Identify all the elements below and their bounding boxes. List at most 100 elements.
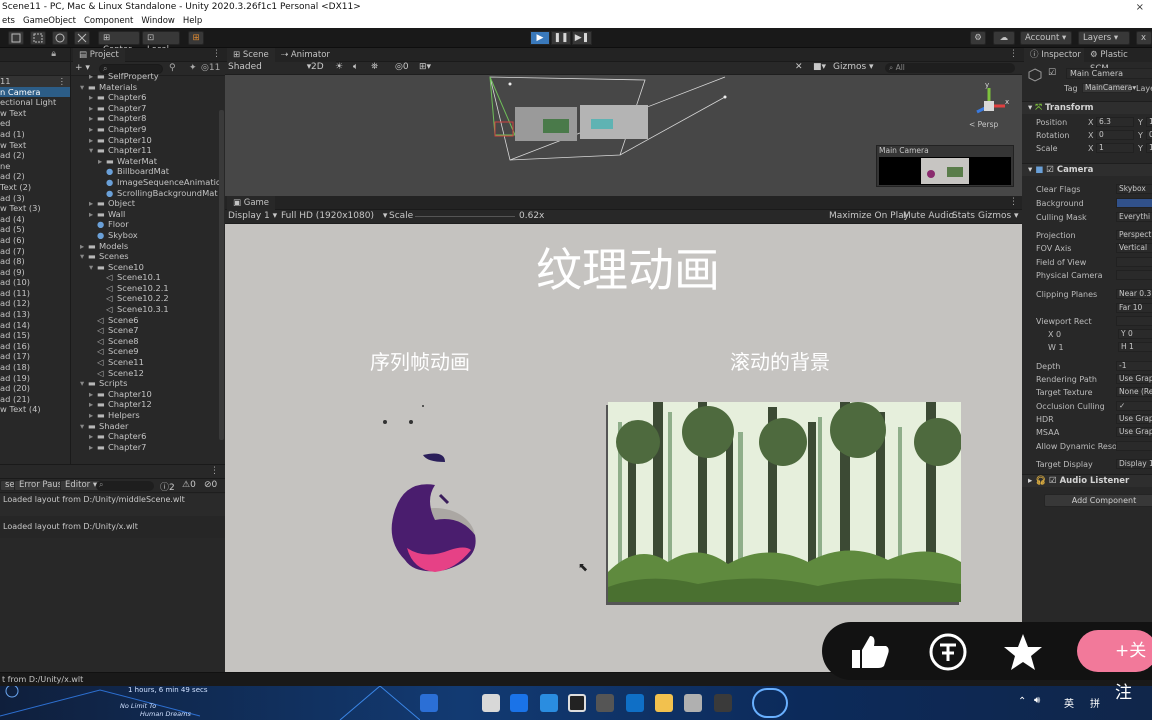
collapse-arrow-icon[interactable]: ▸ (89, 135, 97, 146)
hierarchy-item[interactable]: ad (20) (0, 383, 70, 394)
lighting-toggle-icon[interactable]: ☀ (335, 62, 343, 72)
folder-icon[interactable] (655, 694, 673, 712)
unity-hub-icon[interactable] (596, 694, 614, 712)
project-item[interactable]: ◁ Scene10.3.1 (71, 304, 221, 315)
rect-tool-icon[interactable] (8, 31, 24, 45)
tab-scene[interactable]: ⊞ Scene (227, 48, 275, 62)
close-icon[interactable]: × (1136, 0, 1144, 15)
project-item[interactable]: ◁ Scene9 (71, 346, 221, 357)
hierarchy-item[interactable]: w Text (4) (0, 404, 70, 415)
project-item[interactable]: ● BillboardMat (71, 166, 221, 177)
camera-field[interactable]: Everythi (1116, 212, 1152, 222)
game-gizmos-dropdown[interactable]: Gizmos ▾ (978, 210, 1019, 223)
project-item[interactable]: ▾ ▬ Scenes (71, 251, 221, 262)
collapse-arrow-icon[interactable]: ▸ (89, 399, 97, 410)
expand-arrow-icon[interactable]: ▾ (80, 378, 88, 389)
collapse-arrow-icon[interactable]: ▸ (98, 156, 106, 167)
project-item[interactable]: ▸ ▬ Object (71, 198, 221, 209)
hierarchy-item[interactable]: ad (19) (0, 373, 70, 384)
collapse-arrow-icon[interactable]: ▸ (89, 431, 97, 442)
project-item[interactable]: ◁ Scene10.2.2 (71, 293, 221, 304)
camera-field[interactable]: Near 0.3 (1116, 289, 1152, 299)
menu-item-gameobject[interactable]: GameObject (23, 15, 76, 28)
collapse-arrow-icon[interactable]: ▸ (80, 241, 88, 252)
hierarchy-item[interactable]: ectional Light (0, 97, 70, 108)
camera-field[interactable]: Display 1 (1116, 459, 1152, 469)
project-item[interactable]: ◁ Scene6 (71, 315, 221, 326)
scene-search-input[interactable]: ⌕ All (885, 63, 1015, 73)
gizmos-dropdown[interactable]: Gizmos ▾ (833, 62, 874, 72)
collapse-arrow-icon[interactable]: ▸ (89, 198, 97, 209)
hierarchy-item[interactable]: ad (9) (0, 267, 70, 278)
camera-field[interactable]: H 1 (1118, 342, 1152, 352)
play-button[interactable]: ▶ (530, 31, 550, 45)
project-item[interactable]: ◁ Scene8 (71, 336, 221, 347)
menu-item-assets[interactable]: ets (2, 15, 15, 28)
project-item[interactable]: ▾ ▬ Scene10 (71, 262, 221, 273)
camera-header[interactable]: ▾ ■ ☑ Camera (1022, 163, 1152, 176)
app-icon[interactable] (714, 694, 732, 712)
project-item[interactable]: ▸ ▬ Chapter7 (71, 442, 221, 453)
transform-header[interactable]: ▾ ⤧ Transform (1022, 101, 1152, 114)
hierarchy-item[interactable]: ad (6) (0, 235, 70, 246)
collapse-arrow-icon[interactable]: ▸ (89, 103, 97, 114)
project-item[interactable]: ▸ ▬ Wall (71, 209, 221, 220)
audio-listener-header[interactable]: ▸ 🎧︎ ☑ Audio Listener (1022, 474, 1152, 487)
mute-audio-toggle[interactable]: Mute Audio (903, 210, 954, 223)
camera-field[interactable]: Far 10 (1116, 303, 1152, 313)
hierarchy-item[interactable]: ad (16) (0, 341, 70, 352)
project-item[interactable]: ● ScrollingBackgroundMat (71, 188, 221, 199)
game-canvas[interactable]: 纹理动画 序列帧动画 滚动的背景 ⬉ (225, 224, 1022, 672)
camera-field[interactable]: -1 (1116, 361, 1152, 371)
hierarchy-item[interactable]: ad (8) (0, 256, 70, 267)
tray-chevron-icon[interactable]: ⌃ (1018, 696, 1026, 707)
transform-x-field[interactable]: 6.3 (1096, 117, 1134, 127)
project-item[interactable]: ▸ ▬ Chapter9 (71, 124, 221, 135)
collab-icon[interactable]: ⚙ (970, 31, 986, 45)
coin-icon[interactable] (928, 632, 968, 672)
camera-field[interactable] (1116, 198, 1152, 208)
hierarchy-item[interactable]: ad (21) (0, 394, 70, 405)
project-item[interactable]: ▸ ▬ WaterMat (71, 156, 221, 167)
account-dropdown[interactable]: Account ▾ (1020, 31, 1072, 45)
hidden-objects-icon[interactable]: ◎0 (395, 62, 409, 72)
hierarchy-item[interactable]: ad (7) (0, 246, 70, 257)
volume-icon[interactable]: 🔊︎ (1034, 695, 1040, 706)
ime-language[interactable]: 英 (1064, 695, 1074, 710)
collapse-arrow-icon[interactable]: ▸ (89, 389, 97, 400)
resolution-dropdown[interactable]: Full HD (1920x1080) ▾ (281, 210, 387, 223)
lock-icon[interactable]: 🔒︎ (51, 49, 56, 59)
tab-animator[interactable]: ⇢ Animator (275, 48, 336, 62)
hierarchy-item[interactable]: ad (2) (0, 150, 70, 161)
app-icon[interactable] (684, 694, 702, 712)
hierarchy-item[interactable]: ad (3) (0, 193, 70, 204)
transform-x-field[interactable]: 1 (1096, 143, 1134, 153)
collapse-arrow-icon[interactable]: ▸ (89, 113, 97, 124)
transform-y-field[interactable]: 0 (1146, 130, 1152, 140)
console-search-input[interactable]: ⌕ (96, 480, 154, 491)
hierarchy-item[interactable]: w Text (3) (0, 203, 70, 214)
hierarchy-item[interactable]: ad (12) (0, 298, 70, 309)
tools-icon[interactable] (74, 31, 90, 45)
camera-field[interactable]: Vertical (1116, 243, 1152, 253)
camera-field[interactable]: Perspect (1116, 230, 1152, 240)
project-item[interactable]: ◁ Scene11 (71, 357, 221, 368)
maximize-on-play-toggle[interactable]: Maximize On Play (829, 210, 909, 223)
expand-arrow-icon[interactable]: ▾ (80, 82, 88, 93)
pivot-center-toggle[interactable]: ⊞ Center (98, 31, 140, 55)
camera-field[interactable]: None (Re (1116, 387, 1152, 397)
project-scrollbar[interactable] (219, 110, 224, 440)
hierarchy-item[interactable]: ad (5) (0, 224, 70, 235)
transform-y-field[interactable]: 1.1 (1146, 117, 1152, 127)
hierarchy-item[interactable]: w Text (0, 108, 70, 119)
grid-toggle-icon[interactable]: ⊞▾ (419, 62, 431, 72)
hierarchy-item[interactable]: ad (17) (0, 351, 70, 362)
scene-orientation-gizmo[interactable]: y x < Persp (967, 80, 1013, 129)
project-item[interactable]: ● Floor (71, 219, 221, 230)
tab-game[interactable]: ▣ Game (227, 196, 276, 210)
panel-menu-icon[interactable]: ⋮ (212, 49, 221, 59)
camera-field[interactable] (1116, 270, 1152, 280)
project-item[interactable]: ◁ Scene7 (71, 325, 221, 336)
menu-item-help[interactable]: Help (183, 15, 202, 28)
shading-mode-dropdown[interactable]: Shaded ▾ (228, 62, 311, 72)
